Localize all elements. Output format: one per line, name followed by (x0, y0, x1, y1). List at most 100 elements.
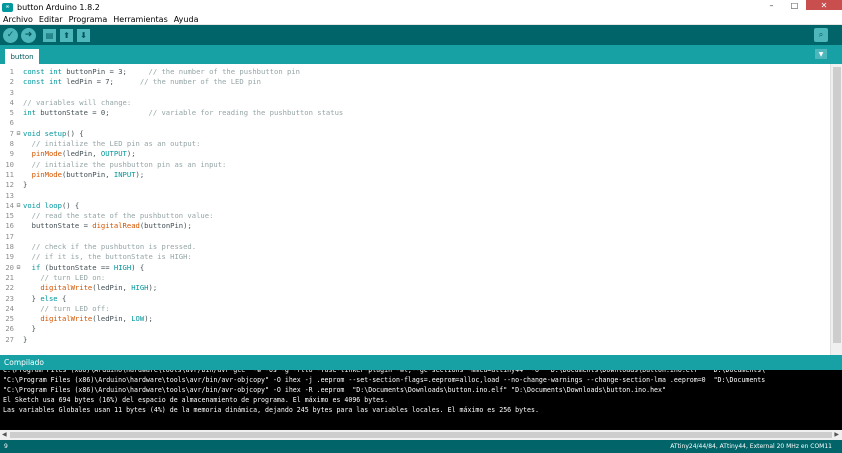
tab-button[interactable]: button (5, 49, 39, 64)
code-editor[interactable]: 1 const int buttonPin = 3; // the number … (0, 64, 842, 355)
code-token: ); (144, 314, 153, 324)
fold-toggle-icon[interactable]: ⊟ (14, 201, 23, 211)
horizontal-scrollbar-thumb[interactable] (10, 432, 832, 438)
title-bar: ∞ button Arduino 1.8.2 – □ ✕ (0, 0, 842, 14)
fold-toggle-icon (14, 314, 23, 324)
code-token: setup (44, 128, 67, 138)
file-icon: ▤ (45, 30, 54, 40)
code-token: // the number of the LED pin (139, 77, 262, 87)
code-line[interactable]: 18 // check if the pushbutton is pressed… (0, 242, 830, 252)
code-line[interactable]: 20 ⊟ if (buttonState == HIGH) { (0, 263, 830, 273)
code-line[interactable]: 16 buttonState = digitalRead(buttonPin); (0, 221, 830, 231)
console-line: Las variables Globales usan 11 bytes (4%… (3, 406, 539, 414)
check-icon: ✓ (6, 30, 15, 40)
code-line[interactable]: 15 // read the state of the pushbutton v… (0, 211, 830, 221)
menu-editar[interactable]: Editar (36, 15, 66, 24)
fold-toggle-icon (14, 88, 23, 98)
serial-monitor-button[interactable]: ⌕ (814, 28, 828, 42)
code-line[interactable]: 10 // initialize the pushbutton pin as a… (0, 160, 830, 170)
code-token: loop (44, 200, 62, 210)
code-line[interactable]: 23 } else { (0, 294, 830, 304)
code-token: else (40, 293, 58, 303)
code-text: // if it is, the buttonState is HIGH: (23, 252, 192, 262)
code-line[interactable]: 2 const int ledPin = 7; // the number of … (0, 77, 830, 87)
arduino-logo-icon: ∞ (2, 2, 13, 12)
code-line[interactable]: 7 ⊟ void setup() { (0, 129, 830, 139)
code-token: } (23, 180, 28, 190)
code-line[interactable]: 25 digitalWrite(ledPin, LOW); (0, 314, 830, 324)
open-button[interactable]: ⬆ (60, 28, 73, 42)
fold-toggle-icon (14, 242, 23, 252)
menu-archivo[interactable]: Archivo (0, 15, 36, 24)
code-line[interactable]: 17 (0, 232, 830, 242)
upload-button[interactable]: ➜ (21, 27, 36, 43)
line-number: 24 (5, 303, 14, 313)
new-button[interactable]: ▤ (43, 28, 56, 42)
code-line[interactable]: 27} (0, 335, 830, 345)
code-line[interactable]: 21 // turn LED on: (0, 273, 830, 283)
code-token: digitalWrite (40, 283, 93, 293)
code-text: digitalWrite(ledPin, LOW); (23, 314, 153, 324)
code-token: void (23, 200, 41, 210)
code-token: ledPin = 7; (61, 77, 140, 87)
scroll-left-icon[interactable]: ◀ (2, 431, 7, 438)
line-number: 13 (5, 190, 14, 200)
window-controls: – □ ✕ (760, 0, 842, 11)
code-line[interactable]: 13 (0, 191, 830, 201)
code-line[interactable]: 9 pinMode(ledPin, OUTPUT); (0, 149, 830, 159)
verify-button[interactable]: ✓ (3, 27, 18, 43)
minimize-button[interactable]: – (760, 0, 783, 10)
code-line[interactable]: 19 // if it is, the buttonState is HIGH: (0, 252, 830, 262)
fold-toggle-icon (14, 221, 23, 231)
code-token: } (23, 334, 28, 344)
fold-toggle-icon (14, 160, 23, 170)
code-line[interactable]: 26 } (0, 324, 830, 334)
code-line[interactable]: 14 ⊟ void loop() { (0, 201, 830, 211)
line-number: 27 (5, 334, 14, 344)
line-number: 6 (9, 118, 14, 128)
code-token: } (23, 324, 36, 334)
menu-herramientas[interactable]: Herramientas (110, 15, 171, 24)
code-token: HIGH (113, 262, 132, 272)
code-line[interactable]: 11 pinMode(buttonPin, INPUT); (0, 170, 830, 180)
scroll-right-icon[interactable]: ▶ (834, 431, 839, 438)
maximize-button[interactable]: □ (783, 0, 806, 10)
code-line[interactable]: 8 // initialize the LED pin as an output… (0, 139, 830, 149)
code-text: } (23, 324, 36, 334)
close-button[interactable]: ✕ (806, 0, 842, 10)
fold-toggle-icon[interactable]: ⊟ (14, 263, 23, 273)
code-line[interactable]: 12} (0, 180, 830, 190)
code-line[interactable]: 22 digitalWrite(ledPin, HIGH); (0, 283, 830, 293)
code-line[interactable]: 1 const int buttonPin = 3; // the number … (0, 67, 830, 77)
board-info: ATtiny24/44/84, ATtiny44, External 20 MH… (670, 443, 832, 450)
line-number: 11 (5, 169, 14, 179)
save-button[interactable]: ⬇ (77, 28, 90, 42)
menu-programa[interactable]: Programa (66, 15, 111, 24)
code-token: // the number of the pushbutton pin (148, 67, 300, 76)
status-text: Compilado (4, 358, 45, 367)
status-bar: Compilado (0, 355, 842, 370)
menu-ayuda[interactable]: Ayuda (171, 15, 202, 24)
console-output: C:\Program Files (x86)\Arduino\hardware\… (0, 370, 842, 430)
code-line[interactable]: 4 // variables will change: (0, 98, 830, 108)
code-area[interactable]: 1 const int buttonPin = 3; // the number … (0, 67, 830, 345)
code-line[interactable]: 5 int buttonState = 0; // variable for re… (0, 108, 830, 118)
vertical-scrollbar[interactable] (830, 64, 842, 355)
fold-toggle-icon (14, 211, 23, 221)
vertical-scrollbar-thumb[interactable] (833, 67, 841, 343)
fold-toggle-icon[interactable]: ⊟ (14, 129, 23, 139)
fold-toggle-icon (14, 118, 23, 128)
line-number: 10 (5, 159, 14, 169)
tab-menu-button[interactable]: ▼ (815, 49, 827, 59)
code-line[interactable]: 3 (0, 88, 830, 98)
line-number: 16 (5, 221, 14, 231)
code-token: (buttonPin); (139, 221, 192, 231)
code-token: // initialize the pushbutton pin as an i… (31, 159, 227, 169)
line-number: 19 (5, 252, 14, 262)
code-line[interactable]: 6 (0, 118, 830, 128)
code-line[interactable]: 24 // turn LED off: (0, 304, 830, 314)
horizontal-scrollbar[interactable]: ◀ ▶ (0, 430, 842, 440)
